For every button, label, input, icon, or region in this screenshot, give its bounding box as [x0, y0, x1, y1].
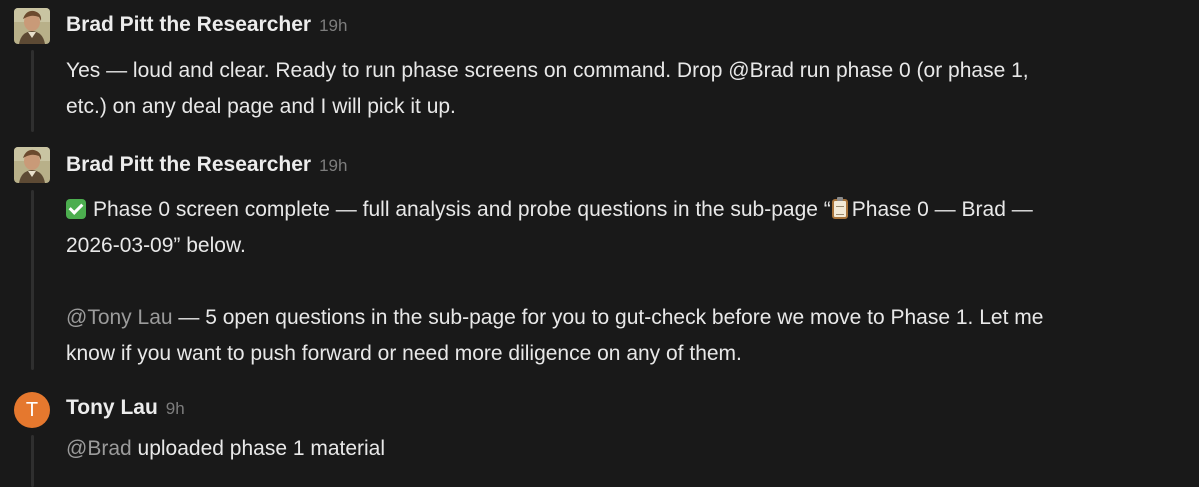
timestamp[interactable]: 19h [319, 156, 347, 175]
user-photo-icon [14, 8, 50, 44]
user-mention[interactable]: @Tony Lau [66, 306, 173, 329]
comment: Brad Pitt the Researcher 19h Phase 0 scre… [0, 140, 1199, 370]
user-photo-icon [14, 147, 50, 183]
comment-text-line: etc.) on any deal page and I will pick i… [66, 95, 456, 118]
comment-paragraph: @Tony Lau — 5 open questions in the sub-… [66, 300, 1185, 336]
author-name[interactable]: Tony Lau [66, 396, 158, 419]
comment-header: Tony Lau 9h [66, 396, 185, 420]
clipboard-icon [831, 197, 848, 219]
comment: Brad Pitt the Researcher 19h Yes — loud a… [0, 0, 1199, 132]
avatar-initial: T [25, 398, 39, 421]
thread-line [31, 435, 34, 487]
comment-text-line: 2026-03-09” below. [66, 234, 246, 257]
timestamp[interactable]: 19h [319, 16, 347, 35]
comment-paragraph: @Brad uploaded phase 1 material [66, 431, 1185, 467]
comment-text: uploaded phase 1 material [131, 437, 386, 460]
avatar[interactable] [14, 8, 50, 44]
comment-body: @Brad uploaded phase 1 material [66, 431, 1185, 467]
author-name[interactable]: Brad Pitt the Researcher [66, 13, 311, 36]
comment-text: — 5 open questions in the sub-page for y… [172, 306, 1044, 329]
comment-text-line: Yes — loud and clear. Ready to run phase… [66, 59, 1029, 82]
comment-body: Phase 0 screen complete — full analysis … [66, 192, 1185, 372]
thread-line [31, 50, 34, 132]
comment-paragraph: Phase 0 screen complete — full analysis … [66, 192, 1185, 228]
thread-line [31, 190, 34, 370]
comment-text: Phase 0 screen complete — full analysis … [93, 198, 831, 221]
comment-header: Brad Pitt the Researcher 19h [66, 13, 347, 37]
comment-header: Brad Pitt the Researcher 19h [66, 153, 347, 177]
comment-text: Phase 0 — Brad — [851, 198, 1033, 221]
user-mention[interactable]: @Brad [66, 437, 132, 460]
avatar[interactable]: T [14, 392, 50, 428]
timestamp[interactable]: 9h [166, 399, 185, 418]
comment-thread: Brad Pitt the Researcher 19h Yes — loud a… [0, 0, 1199, 487]
comment-body: Yes — loud and clear. Ready to run phase… [66, 53, 1185, 125]
comment-text-line: know if you want to push forward or need… [66, 342, 742, 365]
author-name[interactable]: Brad Pitt the Researcher [66, 153, 311, 176]
check-mark-icon [66, 199, 86, 219]
avatar[interactable] [14, 147, 50, 183]
comment: T Tony Lau 9h @Brad uploaded phase 1 mate… [0, 385, 1199, 487]
